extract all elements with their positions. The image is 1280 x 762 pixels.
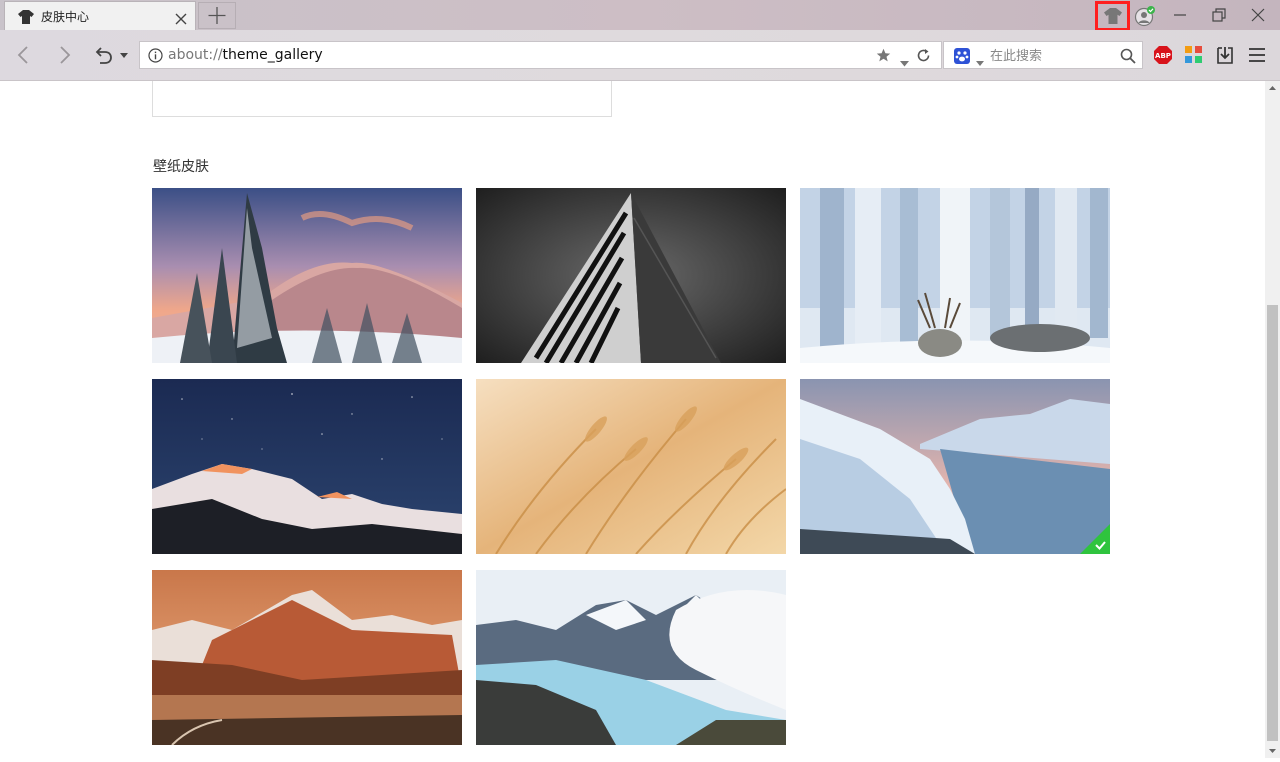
selected-checkmark-icon xyxy=(1080,524,1110,554)
apps-button[interactable] xyxy=(1184,45,1204,65)
url-path: theme_gallery xyxy=(222,47,323,63)
caret-down-icon[interactable] xyxy=(900,52,909,71)
wallpaper-image xyxy=(152,379,462,554)
hamburger-menu-icon xyxy=(1249,48,1265,62)
search-input[interactable] xyxy=(988,45,1112,67)
undo-icon xyxy=(95,47,112,64)
info-icon[interactable] xyxy=(148,48,163,67)
avatar-icon xyxy=(1134,6,1155,27)
url-scheme: about:// xyxy=(168,47,223,63)
tshirt-icon xyxy=(18,9,34,28)
plus-icon xyxy=(208,7,226,24)
undo-close-button[interactable] xyxy=(92,43,116,67)
restore-icon xyxy=(1212,8,1226,22)
scroll-up-arrow-icon[interactable] xyxy=(1265,81,1280,96)
wallpaper-thumb-starry-mountains[interactable] xyxy=(152,379,462,554)
minimize-button[interactable] xyxy=(1170,5,1190,25)
wallpaper-thumb-snowy-pines[interactable] xyxy=(152,188,462,363)
caret-down-icon xyxy=(120,53,128,58)
vertical-scrollbar[interactable] xyxy=(1265,81,1280,758)
undo-dropdown[interactable] xyxy=(118,43,130,67)
download-icon xyxy=(1217,47,1233,64)
scrollbar-thumb[interactable] xyxy=(1267,305,1278,741)
wallpaper-image xyxy=(476,570,786,745)
close-window-button[interactable] xyxy=(1248,5,1268,25)
address-bar[interactable]: about://theme_gallery xyxy=(139,41,942,69)
wallpaper-image xyxy=(476,379,786,554)
forward-button[interactable] xyxy=(52,43,76,67)
downloads-button[interactable] xyxy=(1215,45,1235,65)
back-button[interactable] xyxy=(12,43,36,67)
star-icon[interactable] xyxy=(876,48,891,67)
close-tab-icon[interactable] xyxy=(175,10,187,29)
url-text[interactable]: about://theme_gallery xyxy=(168,47,323,63)
caret-down-icon[interactable] xyxy=(976,52,984,71)
baidu-paw-icon[interactable] xyxy=(954,48,970,64)
adblock-label: ABP xyxy=(1155,52,1171,60)
restore-button[interactable] xyxy=(1209,5,1229,25)
wallpaper-image xyxy=(800,379,1110,554)
wallpaper-thumb-golden-wheat[interactable] xyxy=(476,379,786,554)
wallpaper-thumb-architecture[interactable] xyxy=(476,188,786,363)
close-icon xyxy=(1251,8,1265,22)
wallpaper-thumb-fjord-winter[interactable] xyxy=(800,379,1110,554)
main-menu-button[interactable] xyxy=(1247,45,1267,65)
chevron-left-icon xyxy=(17,46,28,64)
reload-icon[interactable] xyxy=(916,48,931,67)
chevron-right-icon xyxy=(60,46,71,64)
tab-title: 皮肤中心 xyxy=(41,10,90,24)
title-bar: 皮肤中心 xyxy=(0,0,1280,31)
apps-grid-icon xyxy=(1185,46,1202,63)
wallpaper-image xyxy=(152,188,462,363)
theme-gallery-page: 壁纸皮肤 xyxy=(0,81,1265,758)
wallpaper-thumb-mountain-lake[interactable] xyxy=(152,570,462,745)
tab-skin-center[interactable]: 皮肤中心 xyxy=(4,1,196,30)
wallpaper-image xyxy=(800,188,1110,363)
search-bar[interactable] xyxy=(943,41,1143,69)
wallpaper-image xyxy=(152,570,462,745)
user-account-button[interactable] xyxy=(1133,4,1157,28)
search-icon[interactable] xyxy=(1120,48,1136,68)
wallpaper-thumb-glacier[interactable] xyxy=(476,570,786,745)
adblock-button[interactable]: ABP xyxy=(1153,45,1173,65)
skin-center-button[interactable] xyxy=(1095,1,1130,31)
section-title-wallpaper-skins: 壁纸皮肤 xyxy=(153,159,209,175)
adblock-icon: ABP xyxy=(1154,46,1172,64)
new-tab-button[interactable] xyxy=(198,2,236,29)
previous-section-box xyxy=(152,81,612,117)
wallpaper-image xyxy=(476,188,786,363)
tshirt-icon xyxy=(1103,8,1122,24)
minimize-icon xyxy=(1174,14,1186,16)
scroll-down-arrow-icon[interactable] xyxy=(1265,743,1280,758)
navigation-bar: about://theme_gallery ABP xyxy=(0,30,1280,81)
wallpaper-thumb-reindeer-forest[interactable] xyxy=(800,188,1110,363)
